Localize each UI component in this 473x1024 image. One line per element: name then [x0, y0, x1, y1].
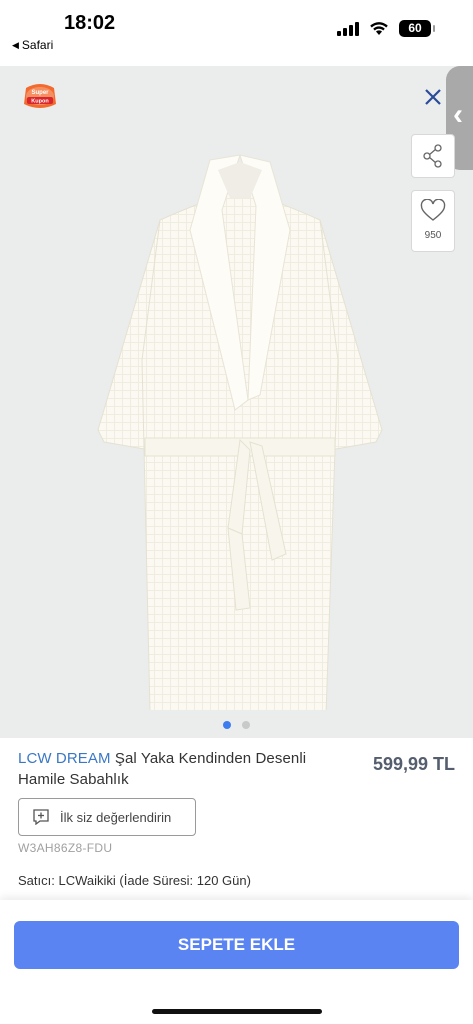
product-title: LCW DREAM Şal Yaka Kendinden Desenli Ham…: [18, 748, 318, 790]
close-icon[interactable]: [420, 84, 446, 110]
favorite-count: 950: [424, 230, 442, 241]
status-bar: 18:02 ◀ Safari 60: [0, 0, 473, 62]
gallery-dot[interactable]: [223, 721, 231, 729]
home-indicator: [152, 1009, 322, 1014]
heart-icon: [420, 198, 446, 221]
product-price: 599,99 TL: [372, 754, 455, 774]
cellular-signal-icon: [337, 21, 359, 36]
plus-square-icon: [33, 809, 49, 825]
share-icon: [423, 144, 442, 168]
badge-text-super: Super: [31, 90, 49, 96]
status-icons: 60: [337, 20, 435, 37]
favorite-button[interactable]: 950: [411, 190, 455, 252]
product-sku: W3AH86Z8-FDU: [18, 841, 113, 855]
review-label: İlk siz değerlendirin: [60, 809, 172, 825]
battery-indicator: 60: [399, 20, 435, 37]
status-time: 18:02: [64, 12, 116, 34]
gallery-pagination: [0, 721, 473, 729]
chevron-left-icon: ‹: [453, 98, 463, 131]
share-button[interactable]: [411, 134, 455, 178]
seller-info: Satıcı: LCWaikiki (İade Süresi: 120 Gün): [18, 873, 251, 888]
return-period: (İade Süresi: 120 Gün): [119, 873, 251, 888]
add-to-cart-button[interactable]: SEPETE EKLE: [14, 921, 459, 969]
product-photo-robe: [97, 154, 383, 710]
seller-name[interactable]: LCWaikiki: [58, 873, 115, 888]
gallery-dot[interactable]: [242, 721, 250, 729]
product-image-gallery[interactable]: Super Kupon ‹ 950: [0, 66, 473, 738]
wifi-icon: [370, 22, 388, 35]
back-triangle-icon: ◀: [12, 39, 19, 50]
brand-link[interactable]: LCW DREAM: [18, 750, 111, 767]
bottom-action-bar: SEPETE EKLE: [0, 900, 473, 1024]
write-review-button[interactable]: İlk siz değerlendirin: [18, 798, 196, 836]
back-app-label: Safari: [21, 38, 54, 52]
super-kupon-badge-icon: Super Kupon: [24, 84, 56, 108]
badge-text-kupon: Kupon: [31, 99, 49, 105]
back-to-safari[interactable]: ◀ Safari: [12, 38, 53, 52]
seller-label: Satıcı:: [18, 873, 55, 888]
